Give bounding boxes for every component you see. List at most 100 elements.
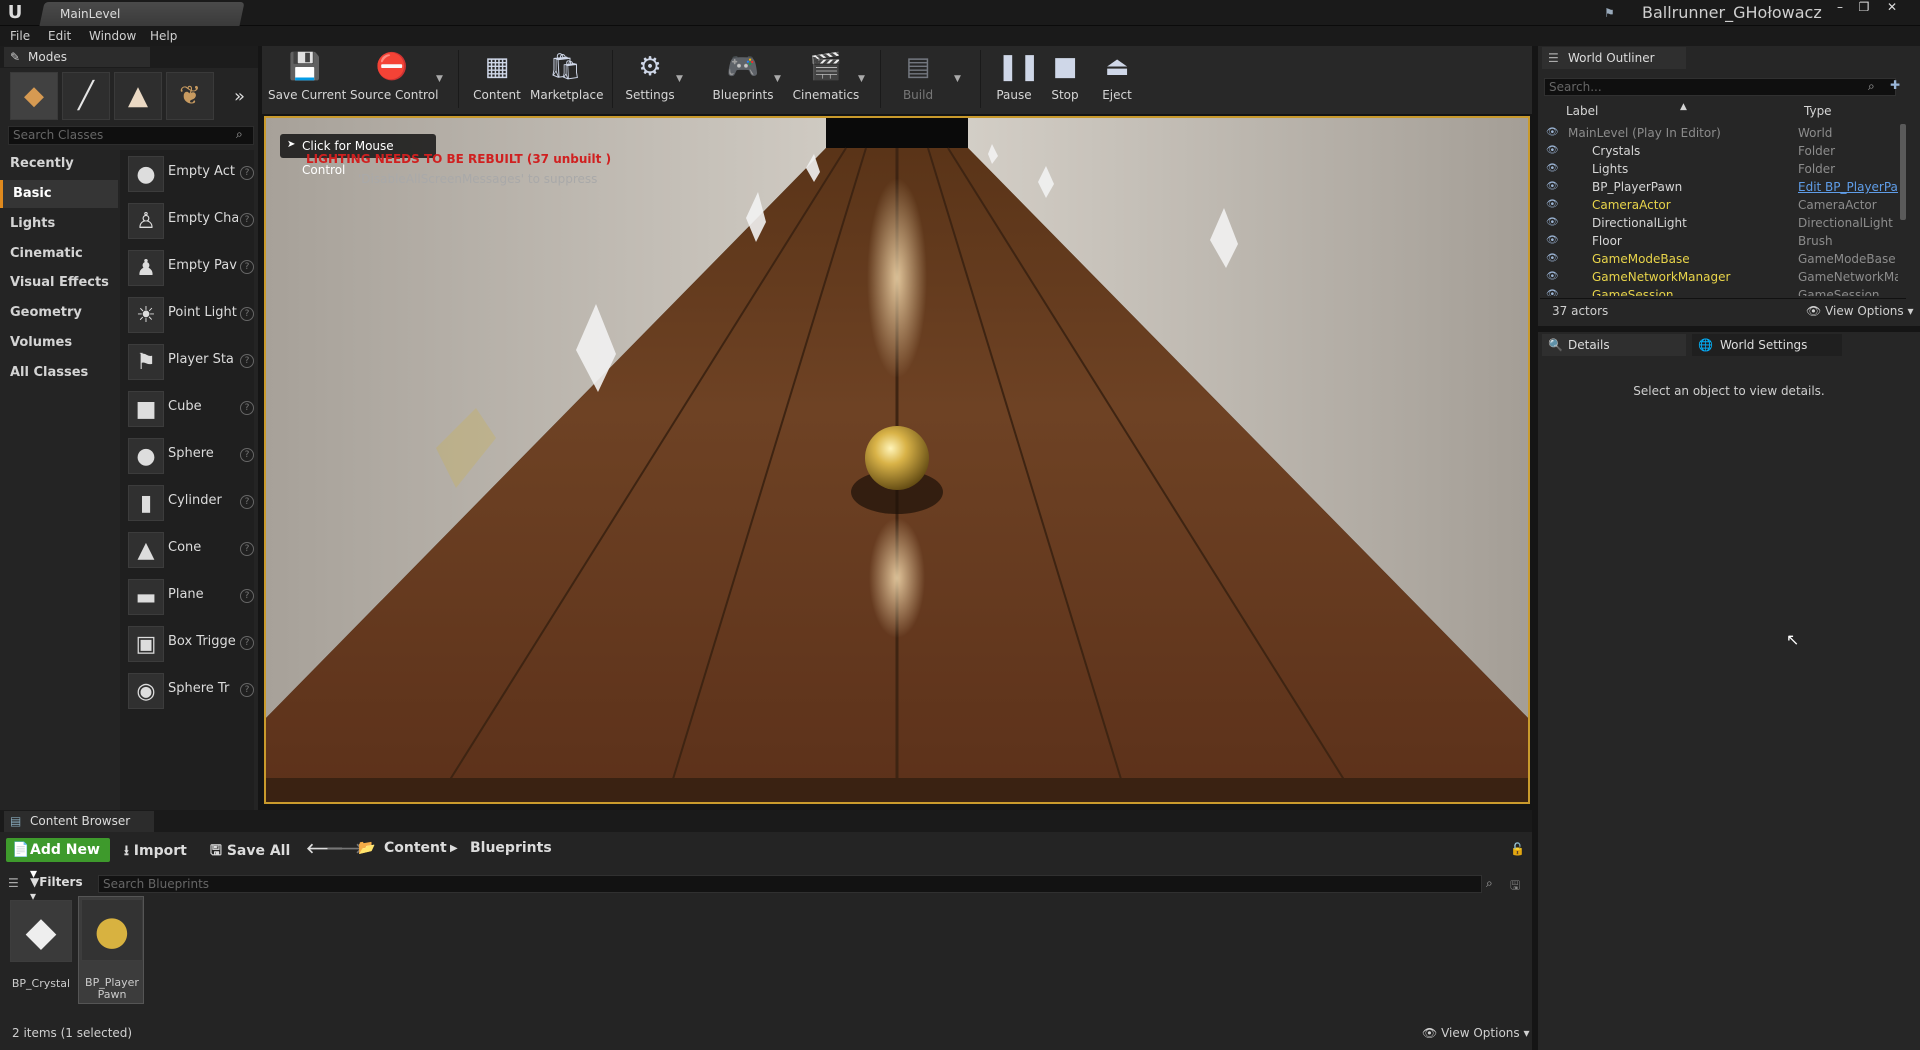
visibility-eye-icon[interactable]: 👁 (1546, 160, 1559, 178)
tab-modes[interactable]: ✎ Modes (4, 47, 150, 67)
col-label-header[interactable]: Label (1566, 104, 1598, 118)
sources-panel-toggle-icon[interactable]: ☰ (8, 876, 19, 890)
class-item[interactable]: ♟ Empty Pav? (124, 246, 256, 290)
eject-button[interactable]: ⏏ Eject (1096, 50, 1138, 110)
help-icon[interactable]: ? (240, 448, 254, 462)
foliage-mode-button[interactable]: ❦ (166, 72, 214, 120)
content-view-options[interactable]: 👁 View Options ▾ (1422, 1026, 1530, 1040)
help-icon[interactable]: ? (240, 354, 254, 368)
settings-button[interactable]: ⚙ Settings (622, 50, 678, 110)
class-item[interactable]: ♙ Empty Cha? (124, 199, 256, 243)
place-mode-button[interactable]: ◆ (10, 72, 58, 120)
visibility-eye-icon[interactable]: 👁 (1546, 286, 1559, 296)
edit-blueprint-link[interactable]: Edit BP_PlayerPawn (1798, 178, 1898, 196)
tab-world-outliner[interactable]: ☰ World Outliner (1542, 47, 1686, 69)
breadcrumb-content[interactable]: Content (384, 840, 447, 856)
help-icon[interactable]: ? (240, 166, 254, 180)
category-basic[interactable]: Basic (0, 180, 118, 208)
outliner-row[interactable]: 👁 DirectionalLight DirectionalLight (1540, 214, 1902, 232)
outliner-row[interactable]: 👁 Crystals Folder (1540, 142, 1902, 160)
outliner-row[interactable]: 👁 GameModeBase GameModeBase (1540, 250, 1902, 268)
class-item[interactable]: ● Empty Act? (124, 152, 256, 196)
category-visual-effects[interactable]: Visual Effects (0, 269, 118, 297)
category-volumes[interactable]: Volumes (0, 329, 118, 357)
category-recently-placed[interactable]: Recently Placed (0, 150, 118, 199)
class-item[interactable]: ▮ Cylinder? (124, 481, 256, 525)
settings-dropdown-icon[interactable]: ▼ (676, 74, 683, 84)
marketplace-button[interactable]: 🛍 Marketplace (530, 50, 604, 110)
tab-world-settings[interactable]: 🌐 World Settings (1692, 334, 1842, 356)
tab-details[interactable]: 🔍 Details (1542, 334, 1686, 356)
landscape-mode-button[interactable]: ▲ (114, 72, 162, 120)
blueprints-dropdown-icon[interactable]: ▼ (774, 74, 781, 84)
visibility-eye-icon[interactable]: 👁 (1546, 232, 1559, 250)
help-icon[interactable]: ? (240, 683, 254, 697)
breadcrumb-blueprints[interactable]: Blueprints (470, 840, 552, 856)
class-item[interactable]: ▲ Cone? (124, 528, 256, 572)
blueprints-button[interactable]: 🎮 Blueprints (712, 50, 774, 110)
add-new-button[interactable]: 📄 Add New ▾ (6, 838, 110, 882)
outliner-row[interactable]: 👁 Floor Brush (1540, 232, 1902, 250)
cinematics-dropdown-icon[interactable]: ▼ (858, 74, 865, 84)
menu-window[interactable]: Window (89, 29, 136, 43)
help-icon[interactable]: ? (240, 542, 254, 556)
menu-file[interactable]: File (10, 29, 30, 43)
outliner-row[interactable]: 👁 GameSession GameSession (1540, 286, 1902, 296)
save-all-button[interactable]: 🖫 Save All (210, 840, 290, 864)
filters-button[interactable]: ▼Filters ▾ (30, 875, 90, 903)
category-geometry[interactable]: Geometry (0, 299, 118, 327)
outliner-row[interactable]: 👁 BP_PlayerPawn Edit BP_PlayerPawn (1540, 178, 1902, 196)
class-item[interactable]: ■ Cube? (124, 387, 256, 431)
asset-tile-selected[interactable]: ● BP_Player Pawn (78, 896, 144, 1004)
content-button[interactable]: ▦ Content (470, 50, 524, 110)
outliner-view-options[interactable]: 👁 View Options ▾ (1806, 304, 1914, 318)
source-control-dropdown-icon[interactable]: ▼ (436, 74, 443, 84)
class-item[interactable]: ◉ Sphere Tr? (124, 669, 256, 713)
visibility-eye-icon[interactable]: 👁 (1546, 250, 1559, 268)
menu-edit[interactable]: Edit (48, 29, 71, 43)
help-icon[interactable]: ? (240, 260, 254, 274)
stop-button[interactable]: ■ Stop (1044, 50, 1086, 110)
help-icon[interactable]: ? (240, 495, 254, 509)
class-item[interactable]: ☀ Point Light? (124, 293, 256, 337)
visibility-eye-icon[interactable]: 👁 (1546, 142, 1559, 160)
build-button[interactable]: ▤ Build (894, 50, 942, 110)
col-type-header[interactable]: Type (1804, 104, 1832, 118)
class-item[interactable]: ⚑ Player Sta? (124, 340, 256, 384)
visibility-eye-icon[interactable]: 👁 (1546, 268, 1559, 286)
class-item[interactable]: ▣ Box Trigge? (124, 622, 256, 666)
close-button[interactable]: ✕ (1880, 0, 1904, 16)
pause-button[interactable]: ❚❚ Pause (992, 50, 1040, 110)
help-icon[interactable]: ? (240, 401, 254, 415)
menu-help[interactable]: Help (150, 29, 177, 43)
help-icon[interactable]: ? (240, 307, 254, 321)
source-control-button[interactable]: ⛔ Source Control (350, 50, 438, 110)
tab-content-browser[interactable]: ▤ Content Browser (4, 811, 154, 832)
import-button[interactable]: ⭳ Import (124, 840, 187, 864)
minimize-button[interactable]: – (1828, 0, 1852, 16)
help-icon[interactable]: ? (240, 589, 254, 603)
save-current-button[interactable]: 💾 Save Current (268, 50, 346, 110)
save-search-icon[interactable]: 🖫 (1510, 876, 1520, 897)
more-modes-chevron-icon[interactable]: » (234, 86, 245, 107)
outliner-search-input[interactable]: Search... (1544, 78, 1896, 96)
category-all-classes[interactable]: All Classes (0, 359, 118, 387)
visibility-eye-icon[interactable]: 👁 (1546, 124, 1559, 142)
outliner-scrollbar[interactable] (1900, 124, 1906, 220)
paint-mode-button[interactable]: ╱ (62, 72, 110, 120)
lock-icon[interactable]: 🔓 (1510, 842, 1525, 856)
outliner-row[interactable]: 👁 CameraActor CameraActor (1540, 196, 1902, 214)
visibility-eye-icon[interactable]: 👁 (1546, 178, 1559, 196)
content-search-input[interactable]: Search Blueprints (98, 875, 1482, 893)
search-classes-input[interactable]: Search Classes (8, 126, 254, 145)
outliner-row[interactable]: 👁 MainLevel (Play In Editor) World (1540, 124, 1902, 142)
class-item[interactable]: ● Sphere? (124, 434, 256, 478)
visibility-eye-icon[interactable]: 👁 (1546, 196, 1559, 214)
category-cinematic[interactable]: Cinematic (0, 240, 118, 268)
add-filter-icon[interactable]: ✚ (1890, 78, 1900, 92)
level-tab[interactable]: MainLevel (39, 2, 245, 26)
asset-tile[interactable]: ◆ BP_Crystal (8, 898, 74, 1006)
help-icon[interactable]: ? (240, 213, 254, 227)
help-icon[interactable]: ? (240, 636, 254, 650)
cinematics-button[interactable]: 🎬 Cinematics (792, 50, 860, 110)
